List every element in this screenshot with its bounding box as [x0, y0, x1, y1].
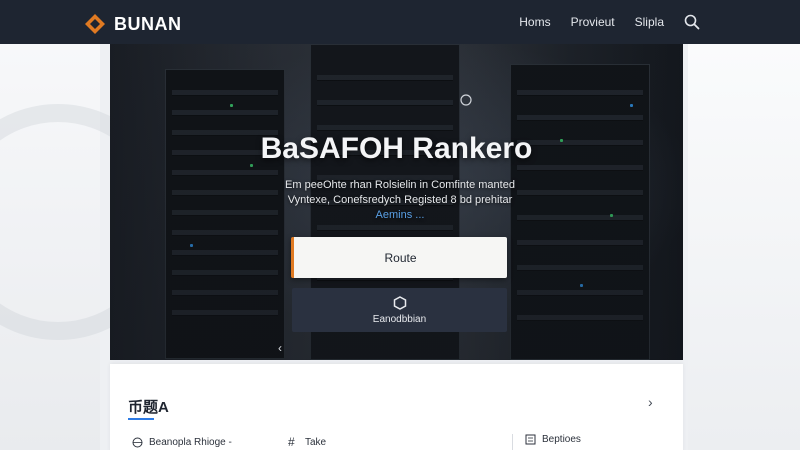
globe-icon	[132, 437, 143, 448]
card-item-label: Beptioes	[542, 434, 581, 445]
secondary-action-label: Eanodbbian	[372, 313, 427, 325]
card-item[interactable]: # Take	[288, 435, 327, 449]
hero-banner: BaSAFOH Rankero Em peeOhte rhan Rolsieli…	[110, 44, 683, 360]
nav-link-products[interactable]: Provieut	[571, 15, 615, 29]
route-button[interactable]: Route	[291, 237, 507, 278]
brand-name: BUNAN	[114, 13, 182, 34]
hero-subtitle-link[interactable]: Aemins ...	[260, 208, 540, 223]
card-item-label: Take	[305, 437, 327, 448]
content-card: 币题A › Beanopla Rhioge - # Take Beptioes	[110, 364, 683, 450]
chevron-left-icon[interactable]: ‹	[278, 341, 282, 355]
hero-title: BaSAFOH Rankero	[260, 132, 533, 165]
hero-subtitle-line: Vyntexe, Conefsredych Registed 8 bd preh…	[287, 194, 513, 206]
info-icon	[460, 94, 472, 106]
card-title: 币题A	[128, 399, 169, 416]
card-title-underline	[128, 418, 154, 420]
page-background-right	[688, 44, 800, 450]
hero-subtitle: Em peeOhte rhan Rolsielin in Comfinte ma…	[260, 178, 540, 223]
card-item-label: Beanopla Rhioge -	[149, 437, 232, 448]
search-icon[interactable]	[684, 14, 700, 30]
nav-link-slipla[interactable]: Slipla	[635, 15, 664, 29]
secondary-action-button[interactable]: Eanodbbian	[292, 288, 507, 332]
top-navbar: BUNAN Homs Provieut Slipla	[0, 0, 800, 44]
page-background-left	[0, 44, 176, 450]
brand-logo[interactable]: BUNAN	[84, 13, 182, 35]
nav-links: Homs Provieut Slipla	[519, 0, 800, 44]
chevron-right-icon[interactable]: ›	[648, 394, 653, 410]
card-item[interactable]: Beptioes	[525, 434, 581, 445]
hexagon-icon	[393, 295, 406, 310]
nav-link-home[interactable]: Homs	[519, 15, 550, 29]
card-divider	[512, 434, 513, 450]
grid-icon	[525, 434, 536, 445]
route-button-label: Route	[384, 250, 417, 265]
hero-subtitle-line: Em peeOhte rhan Rolsielin in Comfinte ma…	[285, 179, 515, 191]
card-item[interactable]: Beanopla Rhioge -	[132, 437, 232, 448]
hash-icon: #	[288, 435, 295, 449]
diamond-logo-icon	[85, 14, 105, 34]
